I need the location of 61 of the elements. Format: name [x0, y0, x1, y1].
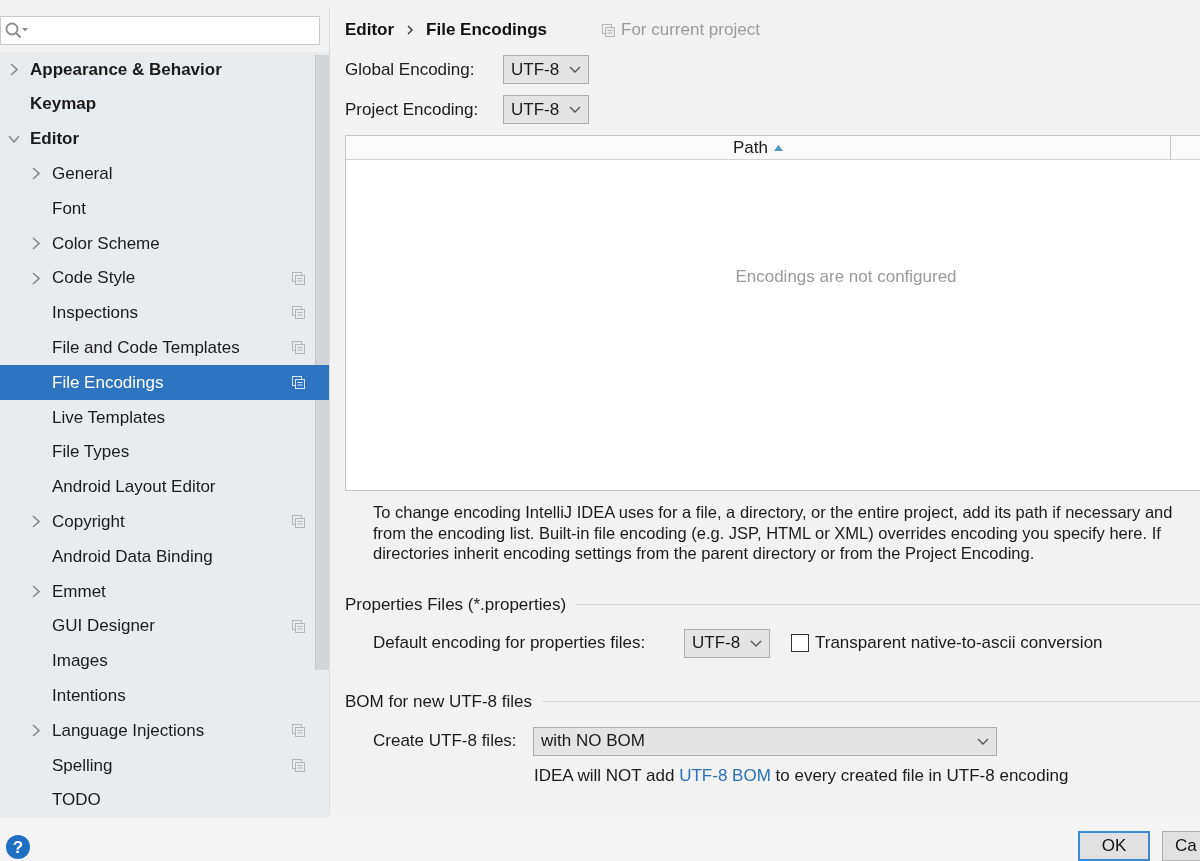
- tree-item[interactable]: Emmet: [0, 573, 329, 609]
- tree-item[interactable]: File Types: [0, 434, 329, 470]
- chevron-right-icon[interactable]: [32, 236, 40, 250]
- chevron-right-icon[interactable]: [32, 515, 40, 529]
- field-label: Default encoding for properties files:: [373, 632, 647, 655]
- tree-item[interactable]: Font: [0, 191, 329, 226]
- search-field[interactable]: [0, 16, 320, 45]
- hint-text: IDEA will NOT add UTF-8 BOM to every created file in UTF-8 encoding: [534, 765, 1070, 786]
- caret-icon: [569, 106, 581, 113]
- tree-item[interactable]: General: [0, 156, 329, 192]
- section-title: BOM for new UTF-8 files: [345, 690, 533, 713]
- dropdown[interactable]: UTF-8: [503, 95, 589, 124]
- caret-icon: [750, 639, 762, 647]
- tree-item[interactable]: Inspections: [0, 295, 329, 331]
- help-button[interactable]: ?: [6, 835, 30, 859]
- checkbox[interactable]: [791, 634, 809, 652]
- empty-message: Encodings are not configured: [735, 267, 957, 286]
- scrollbar[interactable]: [315, 55, 329, 670]
- tree-item[interactable]: Appearance & Behavior: [0, 52, 329, 87]
- breadcrumb-item: Editor: [345, 19, 395, 42]
- tree-item[interactable]: Intentions: [0, 678, 329, 714]
- tree-item[interactable]: GUI Designer: [0, 608, 329, 644]
- dropdown[interactable]: with NO BOM: [533, 726, 997, 756]
- search-icon[interactable]: [5, 22, 29, 39]
- scope-label: For current project: [621, 19, 760, 42]
- tree-item[interactable]: Live Templates: [0, 399, 329, 435]
- tree-item[interactable]: Spelling: [0, 747, 329, 783]
- field-label: Global Encoding:: [345, 58, 476, 81]
- dialog-button[interactable]: Ca: [1162, 831, 1200, 861]
- breadcrumb-separator-icon: [407, 25, 414, 35]
- tree-item[interactable]: Language Injections: [0, 713, 329, 748]
- chevron-right-icon[interactable]: [32, 271, 40, 285]
- chevron-right-icon[interactable]: [32, 167, 40, 181]
- link[interactable]: UTF-8 BOM: [679, 765, 771, 785]
- chevron-right-icon[interactable]: [32, 724, 40, 738]
- field-label: Project Encoding:: [345, 98, 480, 121]
- tree-item[interactable]: Color Scheme: [0, 226, 329, 261]
- copy-icon: [602, 23, 615, 37]
- tree-item[interactable]: Android Layout Editor: [0, 469, 329, 505]
- chevron-right-icon[interactable]: [32, 584, 40, 598]
- field-label: Create UTF-8 files:: [373, 730, 518, 753]
- dropdown[interactable]: UTF-8: [684, 628, 770, 658]
- tree-item[interactable]: Keymap: [0, 86, 329, 122]
- chevron-right-icon[interactable]: [10, 62, 18, 76]
- dropdown[interactable]: UTF-8: [503, 55, 589, 84]
- description-text: To change encoding IntelliJ IDEA uses for a file, a directory, or the entire project, add its path if necessary and from the encoding list. Built-in file encoding (e.g. JSP, HTML or XML) overrides encoding you specify here. If directories inherit encoding settings from the parent directory or from the Project Encoding.: [372, 502, 1174, 564]
- checkbox-label[interactable]: Transparent native-to-ascii conversion: [815, 630, 1103, 656]
- tree-item[interactable]: File and Code Templates: [0, 330, 329, 366]
- tree-item[interactable]: Images: [0, 643, 329, 679]
- chevron-down-icon[interactable]: [8, 135, 20, 143]
- caret-icon: [569, 66, 581, 73]
- section-title: Properties Files (*.properties): [345, 593, 567, 616]
- tree-item[interactable]: File Encodings: [0, 365, 329, 400]
- tree-item[interactable]: TODO: [0, 782, 329, 818]
- tree-item[interactable]: Android Data Binding: [0, 539, 329, 574]
- tree-item[interactable]: Code Style: [0, 260, 329, 296]
- tree-item[interactable]: Copyright: [0, 504, 329, 540]
- breadcrumb-item: File Encodings: [426, 19, 547, 42]
- tree-item[interactable]: Editor: [0, 121, 329, 157]
- caret-icon: [977, 737, 989, 745]
- dialog-button[interactable]: OK: [1078, 831, 1150, 861]
